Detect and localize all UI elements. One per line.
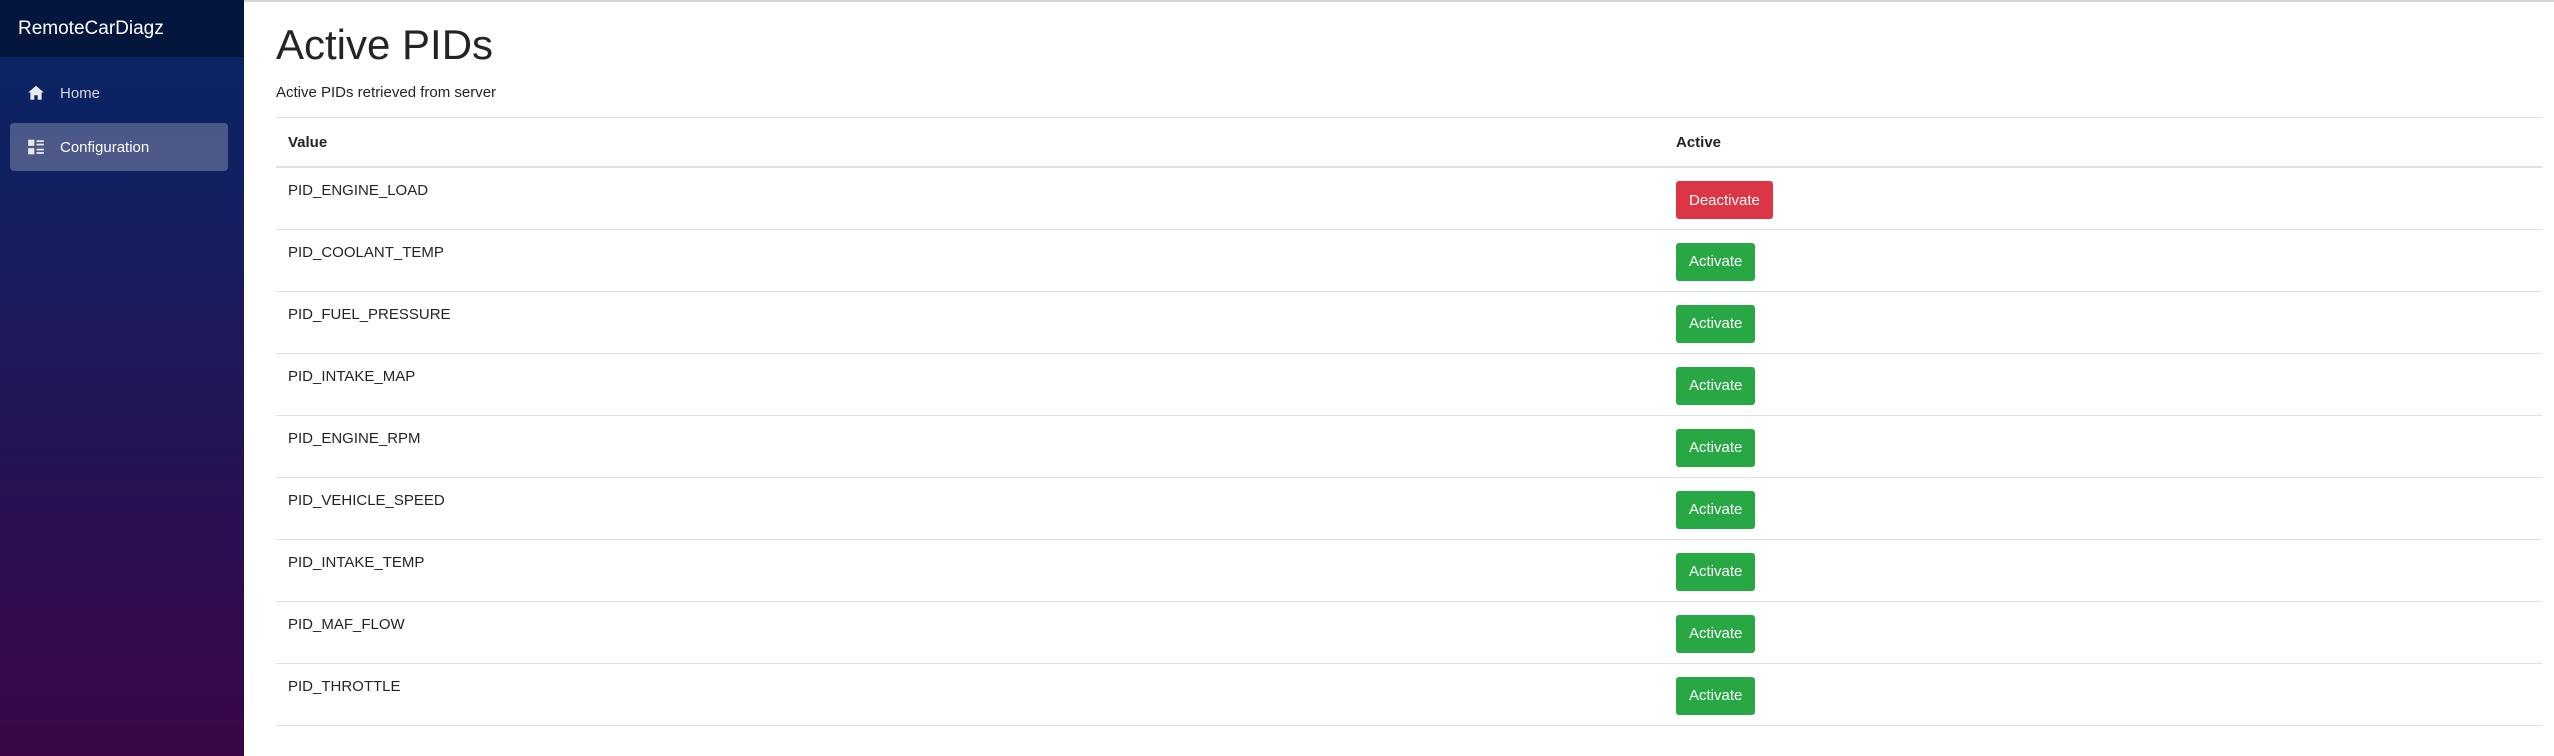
pid-name: PID_INTAKE_TEMP [288,553,425,571]
activate-button[interactable]: Activate [1676,490,1756,529]
activate-button[interactable]: Activate [1676,242,1756,281]
pid-action-cell: Activate [1664,663,2542,726]
activate-button[interactable]: Activate [1676,428,1756,467]
main-content: Active PIDs Active PIDs retrieved from s… [244,0,2554,756]
pid-name: PID_ENGINE_RPM [288,429,421,447]
sidebar-item-label: Home [60,84,101,102]
table-row: PID_INTAKE_MAP Activate [276,353,2542,416]
pid-value-cell: PID_INTAKE_MAP [276,353,1664,416]
pid-value-cell: PID_MAF_FLOW [276,601,1664,664]
table-row: PID_COOLANT_TEMP Activate [276,229,2542,292]
table-header-row: Value Active [276,117,2542,168]
table-row: PID_ENGINE_LOAD Deactivate [276,167,2542,230]
table-body: PID_ENGINE_LOAD Deactivate PID_COOLANT_TEM… [276,167,2542,726]
pid-action-cell: Activate [1664,229,2542,292]
table-row: PID_ENGINE_RPM Activate [276,415,2542,478]
pid-table: Value Active PID_ENGINE_LOAD Deactivate PI… [276,117,2542,726]
activate-button[interactable]: Activate [1676,552,1756,591]
activate-button[interactable]: Activate [1676,614,1756,653]
pid-value-cell: PID_ENGINE_RPM [276,415,1664,478]
column-header-active: Active [1664,117,2542,168]
pid-value-cell: PID_VEHICLE_SPEED [276,477,1664,540]
pid-name: PID_ENGINE_LOAD [288,182,429,199]
home-icon [26,83,46,103]
pid-action-cell: Activate [1664,601,2542,664]
app-root: RemoteCarDiagz Home Configuration Active… [0,0,2554,756]
pid-value-cell: PID_COOLANT_TEMP [276,229,1664,292]
pid-value-cell: PID_ENGINE_LOAD [276,167,1664,230]
pid-name: PID_FUEL_PRESSURE [288,305,451,323]
sidebar-item-configuration[interactable]: Configuration [10,123,228,171]
activate-button[interactable]: Activate [1676,366,1756,405]
configuration-icon [26,137,46,157]
activate-button[interactable]: Activate [1676,304,1756,343]
sidebar-item-label: Configuration [60,138,150,156]
pid-action-cell: Activate [1664,291,2542,354]
table-row: PID_THROTTLE Activate [276,663,2542,726]
pid-action-cell: Activate [1664,539,2542,602]
pid-name: PID_MAF_FLOW [288,615,405,633]
page-subtitle: Active PIDs retrieved from server [276,84,497,101]
activate-button[interactable]: Activate [1676,676,1756,715]
pid-action-cell: Deactivate [1664,167,2542,230]
pid-name: PID_THROTTLE [288,677,401,695]
pid-value-cell: PID_INTAKE_TEMP [276,539,1664,602]
column-header-value: Value [276,117,1664,168]
table-row: PID_VEHICLE_SPEED Activate [276,477,2542,540]
brand-bar: RemoteCarDiagz [0,0,244,57]
pid-value-cell: PID_FUEL_PRESSURE [276,291,1664,354]
pid-action-cell: Activate [1664,353,2542,416]
pid-value-cell: PID_THROTTLE [276,663,1664,726]
pid-action-cell: Activate [1664,477,2542,540]
pid-name: PID_INTAKE_MAP [288,367,416,385]
sidebar-item-home[interactable]: Home [10,69,228,117]
brand-link[interactable]: RemoteCarDiagz [18,18,164,40]
page-title: Active PIDs [276,21,494,68]
sidebar: RemoteCarDiagz Home Configuration [0,0,244,756]
pid-name: PID_VEHICLE_SPEED [288,491,445,509]
deactivate-button[interactable]: Deactivate [1676,181,1773,219]
sidebar-nav: Home Configuration [0,57,244,171]
pid-action-cell: Activate [1664,415,2542,478]
table-row: PID_INTAKE_TEMP Activate [276,539,2542,602]
table-row: PID_MAF_FLOW Activate [276,601,2542,664]
table-row: PID_FUEL_PRESSURE Activate [276,291,2542,354]
pid-name: PID_COOLANT_TEMP [288,243,444,261]
